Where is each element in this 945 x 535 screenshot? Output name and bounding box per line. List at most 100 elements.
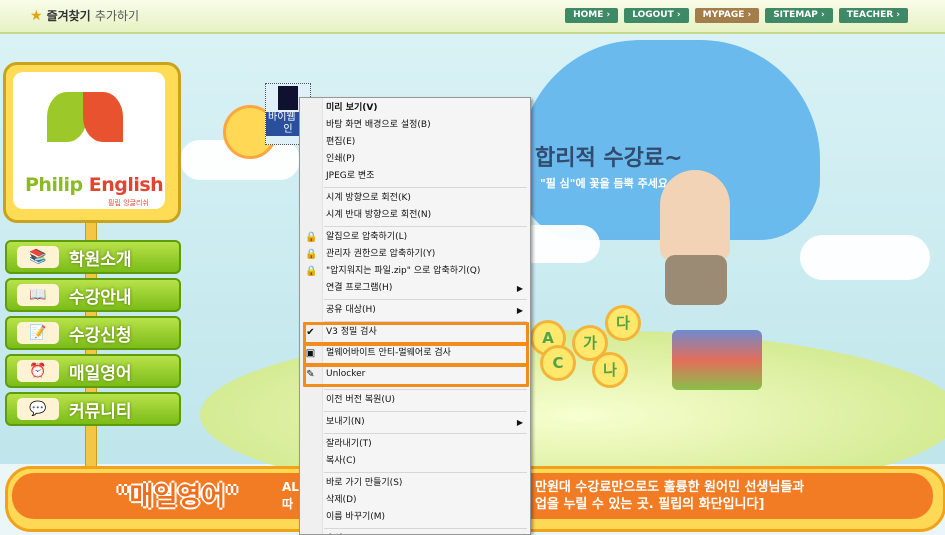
menu-item-label: JPEG로 변조	[326, 171, 375, 181]
add-favorite-link[interactable]: ★ 즐겨찾기 추가하기	[30, 7, 139, 24]
menu-item-icon: 🔒	[305, 266, 318, 277]
submenu-arrow-icon: ▶	[516, 418, 523, 427]
context-menu-item[interactable]: 보내기(N) ▶	[300, 414, 530, 431]
context-menu-item[interactable]: 인쇄(P)	[300, 151, 530, 168]
menu-item-label: 잘라내기(T)	[326, 439, 372, 449]
menu-separator	[324, 472, 527, 473]
sidebar-item-course-info[interactable]: 📖 수강안내	[5, 278, 181, 312]
banner-line-d: 업을 누릴 수 있는 곳. 필립의 화단입니다]	[535, 497, 765, 512]
top-nav: HOME › LOGOUT › MYPAGE › SITEMAP › TEACH…	[565, 8, 908, 23]
top-bar: ★ 즐겨찾기 추가하기 HOME › LOGOUT › MYPAGE › SITE…	[0, 0, 945, 34]
logo-brand-a: Philip	[25, 174, 83, 196]
speech-bubble-icon: 💬	[17, 398, 59, 420]
menu-separator	[324, 389, 527, 390]
sidebar-item-label: 커뮤니티	[69, 402, 132, 422]
menu-item-label: 복사(C)	[326, 456, 356, 466]
context-menu-item[interactable]: 🔒 관리자 권한으로 압축하기(Y)	[300, 246, 530, 263]
home-button[interactable]: HOME ›	[565, 8, 619, 23]
menu-item-label: 이름 바꾸기(M)	[326, 512, 386, 522]
context-menu-item[interactable]: 바탕 화면 배경으로 설정(B)	[300, 117, 530, 134]
submenu-arrow-icon: ▶	[516, 306, 523, 315]
menu-item-icon: 🔒	[305, 249, 318, 260]
highlight-box	[303, 364, 529, 387]
context-menu-item[interactable]: 공유 대상(H) ▶	[300, 302, 530, 319]
sidebar-item-label: 학원소개	[69, 250, 132, 270]
book-icon: 📖	[17, 284, 59, 306]
image-thumbnail	[278, 86, 298, 110]
banner-text-left: AL 따	[282, 479, 299, 513]
context-menu-item[interactable]: 이전 버전 복원(U)	[300, 392, 530, 409]
menu-item-label: 공유 대상(H)	[326, 305, 376, 315]
banner-line-c: 만원대 수강료만으로도 훌륭한 원어민 선생님들과	[535, 480, 805, 495]
sidebar-item-label: 매일영어	[69, 364, 132, 384]
context-menu-item[interactable]: 속성(R)	[300, 531, 530, 534]
menu-item-label: "압지워지는 파일.zip" 으로 압축하기(Q)	[326, 266, 481, 276]
context-menu-item[interactable]: 편집(E)	[300, 134, 530, 151]
context-menu-item[interactable]: 잘라내기(T)	[300, 436, 530, 453]
context-menu-item[interactable]: 삭제(D)	[300, 492, 530, 509]
menu-item-label: 삭제(D)	[326, 495, 357, 505]
boy-shirt	[665, 255, 727, 305]
menu-item-label: 인쇄(P)	[326, 154, 356, 164]
favorite-label: 즐겨찾기	[46, 9, 91, 23]
menu-item-label: 시계 방향으로 회전(K)	[326, 193, 411, 203]
context-menu-item[interactable]: 연결 프로그램(H) ▶	[300, 280, 530, 297]
menu-item-label: 미리 보기(V)	[326, 103, 378, 113]
hero-slogan: 합리적 수강료~	[535, 146, 683, 171]
menu-separator	[324, 299, 527, 300]
menu-item-label: 이전 버전 복원(U)	[326, 395, 396, 405]
banner-line-a: AL	[282, 480, 299, 494]
sidebar-item-about[interactable]: 📚 학원소개	[5, 240, 181, 274]
menu-separator	[324, 528, 527, 529]
book-stack	[672, 330, 762, 390]
star-icon: ★	[30, 8, 43, 24]
menu-item-label: 바로 가기 만들기(S)	[326, 478, 403, 488]
highlight-box	[303, 343, 529, 366]
logo-wing-left	[47, 92, 87, 142]
flower-letter: C	[540, 345, 576, 381]
logo-brand-b: English	[88, 174, 164, 196]
menu-item-label: 시계 반대 방향으로 회전(N)	[326, 210, 432, 220]
sidebar-item-enroll[interactable]: 📝 수강신청	[5, 316, 181, 350]
highlight-box	[303, 322, 529, 345]
submenu-arrow-icon: ▶	[516, 284, 523, 293]
menu-item-label: 보내기(N)	[326, 417, 365, 427]
context-menu-item[interactable]: 시계 반대 방향으로 회전(N)	[300, 207, 530, 224]
logo-panel: Philip English 필립 잉글리쉬	[13, 72, 165, 209]
sidebar-item-label: 수강안내	[69, 288, 132, 308]
sidebar-item-label: 수강신청	[69, 326, 132, 346]
banner-title: "매일영어"	[116, 482, 239, 512]
menu-separator	[324, 226, 527, 227]
context-menu-item[interactable]: 복사(C)	[300, 453, 530, 470]
menu-item-label: 편집(E)	[326, 137, 356, 147]
context-menu-item[interactable]: 미리 보기(V)	[300, 100, 530, 117]
boy-illustration	[660, 170, 730, 260]
context-menu-item[interactable]: 시계 방향으로 회전(K)	[300, 190, 530, 207]
site-logo[interactable]: Philip English 필립 잉글리쉬	[3, 62, 181, 223]
menu-item-label: 속성(R)	[326, 531, 356, 534]
logo-wing-right	[83, 92, 123, 142]
cloud	[800, 235, 930, 280]
logo-text: Philip English	[25, 174, 164, 196]
mypage-button[interactable]: MYPAGE ›	[694, 8, 760, 23]
context-menu-item[interactable]: 바로 가기 만들기(S)	[300, 475, 530, 492]
context-menu-item[interactable]: JPEG로 변조	[300, 168, 530, 185]
menu-item-label: 바탕 화면 배경으로 설정(B)	[326, 120, 431, 130]
menu-item-label: 관리자 권한으로 압축하기(Y)	[326, 249, 436, 259]
banner-text-right: 만원대 수강료만으로도 훌륭한 원어민 선생님들과업을 누릴 수 있는 곳. 필…	[535, 479, 804, 513]
context-menu-item[interactable]: 이름 바꾸기(M)	[300, 509, 530, 526]
notebook-icon: 📝	[17, 322, 59, 344]
menu-item-label: 알집으로 압축하기(L)	[326, 232, 408, 242]
logout-button[interactable]: LOGOUT ›	[624, 8, 689, 23]
flower-letter: 다	[605, 305, 641, 341]
context-menu-item[interactable]: 🔒 알집으로 압축하기(L)	[300, 229, 530, 246]
teacher-button[interactable]: TEACHER ›	[838, 8, 908, 23]
context-menu-item[interactable]: 🔒 "압지워지는 파일.zip" 으로 압축하기(Q)	[300, 263, 530, 280]
favorite-add-label: 추가하기	[94, 9, 140, 23]
sidebar-item-community[interactable]: 💬 커뮤니티	[5, 392, 181, 426]
hero-subslogan: "필 심"에 꽃을 듬뿍 주세요.	[540, 177, 673, 190]
sitemap-button[interactable]: SITEMAP ›	[765, 8, 833, 23]
flower-letter: 나	[592, 352, 628, 388]
sidebar-item-daily-english[interactable]: ⏰ 매일영어	[5, 354, 181, 388]
context-menu: 미리 보기(V) 바탕 화면 배경으로 설정(B) 편집(E) 인쇄(P) JPEG로 …	[299, 97, 531, 535]
